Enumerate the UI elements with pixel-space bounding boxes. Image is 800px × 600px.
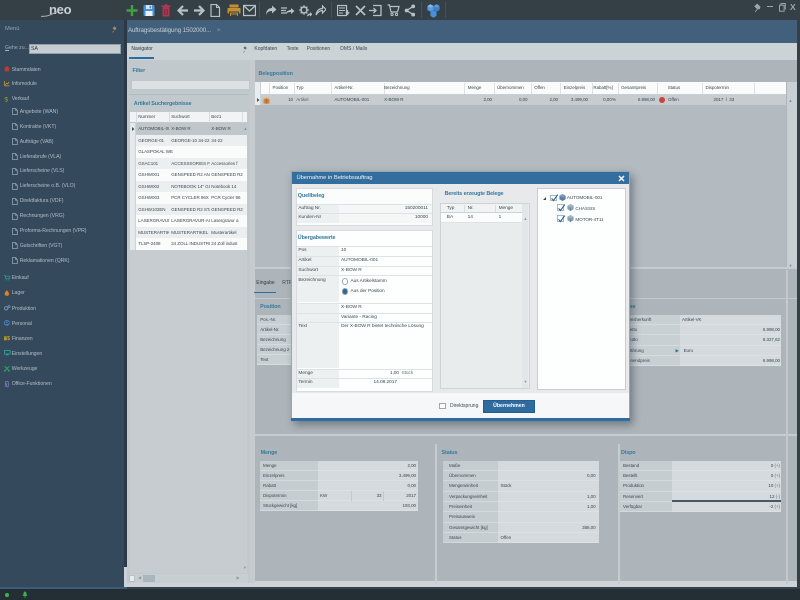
svg-text:$: $ [7,336,11,341]
svg-text:$: $ [4,96,8,102]
